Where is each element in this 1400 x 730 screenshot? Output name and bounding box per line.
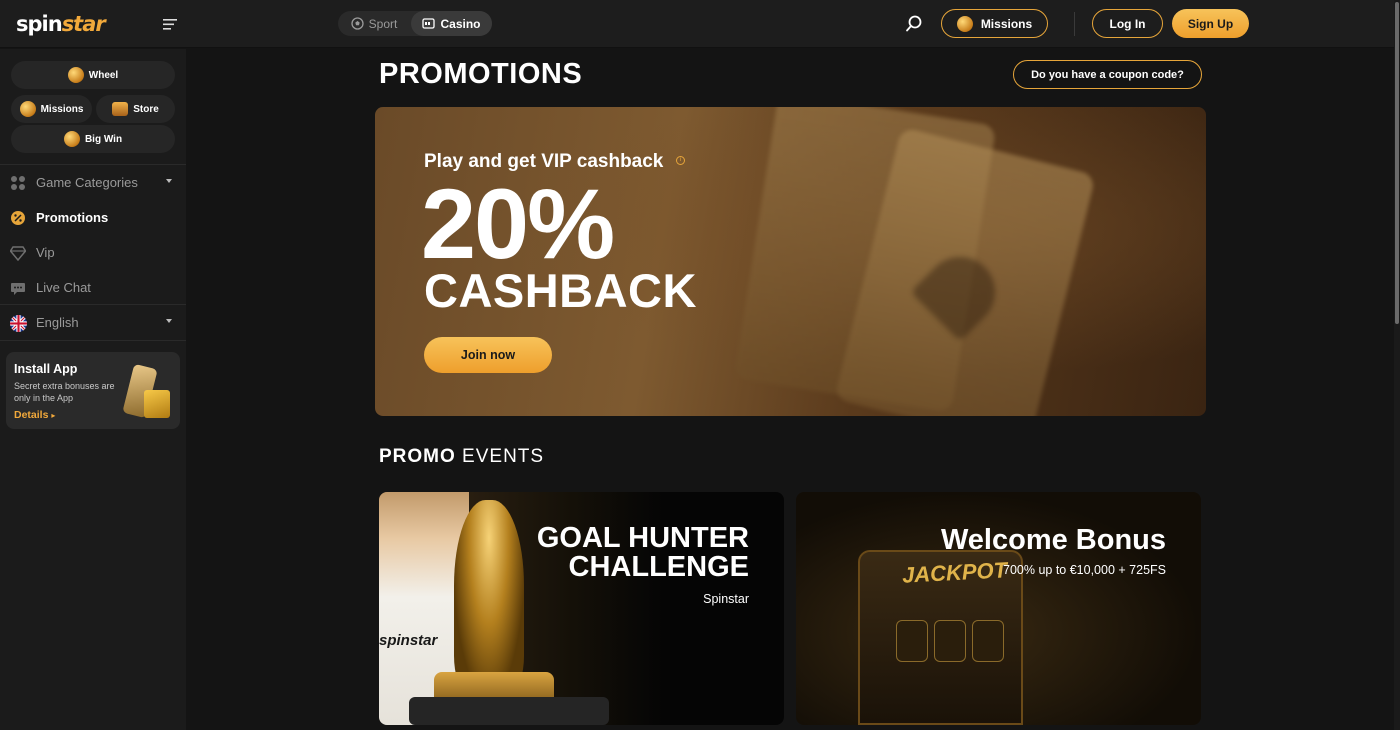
- big-win-button[interactable]: Big Win: [11, 125, 175, 153]
- join-now-button[interactable]: Join now: [424, 337, 552, 373]
- chevron-down-icon: [166, 319, 172, 323]
- sidebar-item-label: Live Chat: [36, 280, 91, 295]
- missions-pill-label: Missions: [40, 103, 84, 115]
- diamond-icon: [9, 245, 27, 261]
- big-win-label: Big Win: [84, 133, 123, 145]
- missions-button[interactable]: Missions: [941, 9, 1048, 38]
- page-scrollbar[interactable]: [1394, 0, 1400, 730]
- menu-toggle-icon[interactable]: [160, 15, 180, 33]
- casino-mode-label: Casino: [440, 16, 481, 31]
- cashback-hero-banner: Play and get VIP cashback i 20% CASHBACK…: [375, 107, 1206, 416]
- promo-badge-icon: [10, 210, 26, 226]
- goal-hunter-subtitle: Spinstar: [703, 592, 749, 606]
- promo-events-heading-bold: PROMO: [379, 446, 456, 467]
- jersey-logo-text: spinstar: [379, 632, 438, 649]
- big-win-icon: [63, 131, 80, 147]
- store-label: Store: [133, 103, 159, 115]
- signup-button[interactable]: Sign Up: [1172, 9, 1249, 38]
- missions-pill-button[interactable]: Missions: [11, 95, 92, 123]
- left-sidebar: Wheel Missions Store Big Win Game Catego…: [0, 49, 186, 730]
- cherry-reel-icon: [896, 620, 928, 662]
- sidebar-divider: [0, 340, 186, 341]
- login-button[interactable]: Log In: [1092, 9, 1163, 38]
- page-title: PROMOTIONS: [379, 58, 583, 90]
- casino-mode-button[interactable]: Casino: [411, 11, 492, 36]
- cherry-reel-icon: [934, 620, 966, 662]
- chat-icon: [10, 280, 26, 296]
- header-divider: [1074, 12, 1075, 36]
- search-icon[interactable]: [904, 14, 924, 34]
- wheel-icon: [67, 67, 84, 83]
- sidebar-item-label: Promotions: [36, 210, 109, 225]
- language-selector[interactable]: English: [0, 305, 186, 340]
- install-app-description: Secret extra bonuses are only in the App: [14, 381, 115, 403]
- slot-machine-icon: [422, 18, 436, 29]
- install-app-card[interactable]: Install App Secret extra bonuses are onl…: [6, 352, 180, 429]
- logo-text-spin: spin: [16, 12, 63, 36]
- missions-coin-icon: [956, 15, 973, 32]
- sidebar-item-label: Game Categories: [36, 175, 138, 190]
- sidebar-item-label: Vip: [36, 245, 55, 260]
- rock-base-image: [409, 697, 609, 725]
- missions-label: Missions: [980, 16, 1033, 31]
- chevron-right-icon: ▸: [51, 411, 56, 420]
- chevron-down-icon: [166, 179, 172, 183]
- language-label: English: [36, 315, 79, 330]
- store-button[interactable]: Store: [96, 95, 175, 123]
- gift-box-illustration: [144, 390, 170, 418]
- wheel-label: Wheel: [88, 69, 119, 81]
- promo-events-heading-rest: EVENTS: [455, 446, 545, 467]
- goal-hunter-title-line2: CHALLENGE: [568, 551, 749, 583]
- spinstar-logo[interactable]: spinstar: [16, 12, 106, 36]
- slot-reels: [896, 620, 1004, 662]
- info-icon[interactable]: i: [676, 156, 685, 165]
- missions-pill-icon: [19, 101, 36, 117]
- sport-mode-label: Sport: [368, 16, 398, 31]
- goal-hunter-title-line1: GOAL HUNTER: [536, 522, 749, 554]
- soccer-ball-icon: [351, 17, 364, 30]
- welcome-bonus-title: Welcome Bonus: [940, 524, 1166, 556]
- sidebar-item-game-categories[interactable]: Game Categories: [0, 165, 186, 200]
- top-header: spinstar Sport Casino Missions Log In Si…: [0, 0, 1394, 48]
- uk-flag-icon: [10, 314, 27, 332]
- trophy-image: [454, 500, 524, 690]
- promo-events-heading: PROMO EVENTS: [379, 446, 544, 468]
- jackpot-sign: JACKPOT: [901, 557, 1008, 588]
- install-details-link[interactable]: Details ▸: [14, 409, 55, 421]
- sport-mode-button[interactable]: Sport: [338, 11, 410, 36]
- welcome-bonus-promo-card[interactable]: JACKPOT Welcome Bonus 700% up to €10,000…: [796, 492, 1201, 725]
- cherry-reel-icon: [972, 620, 1004, 662]
- sidebar-item-promotions[interactable]: Promotions: [0, 200, 186, 235]
- details-label: Details: [14, 409, 49, 421]
- scrollbar-thumb[interactable]: [1395, 2, 1399, 324]
- logo-text-star: star: [61, 12, 106, 36]
- sport-casino-switch: Sport Casino: [338, 11, 492, 36]
- goal-hunter-promo-card[interactable]: spinstar GOAL HUNTER CHALLENGE Spinstar: [379, 492, 784, 725]
- coupon-code-button[interactable]: Do you have a coupon code?: [1013, 60, 1202, 89]
- welcome-bonus-subtitle: 700% up to €10,000 + 725FS: [1003, 563, 1166, 577]
- goal-hunter-title: GOAL HUNTER CHALLENGE: [537, 524, 749, 582]
- wheel-button[interactable]: Wheel: [11, 61, 175, 89]
- install-app-title: Install App: [14, 362, 78, 376]
- grid-icon: [10, 175, 26, 191]
- sidebar-item-live-chat[interactable]: Live Chat: [0, 270, 186, 305]
- treasure-chest-icon: [112, 102, 129, 116]
- sidebar-item-vip[interactable]: Vip: [0, 235, 186, 270]
- hero-headline: CASHBACK: [424, 264, 697, 317]
